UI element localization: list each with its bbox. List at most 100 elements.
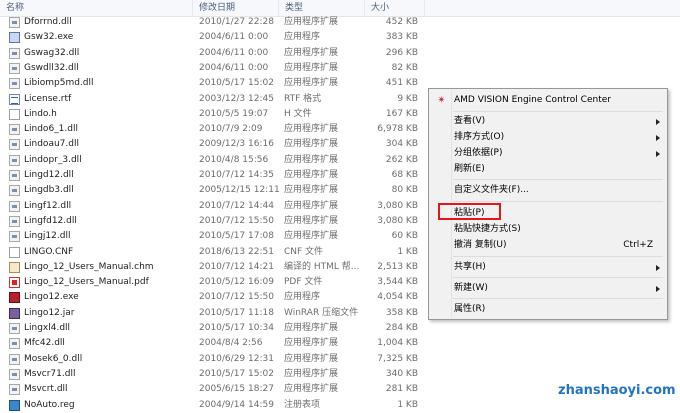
file-row[interactable]: Lingdb3.dll 2005/12/15 12:11 应用程序扩展 80 KB <box>0 183 430 198</box>
file-row[interactable]: Lingo_12_Users_Manual.pdf 2010/5/12 16:09… <box>0 275 430 290</box>
file-name: Gswdll32.dll <box>24 62 79 73</box>
file-date: 2010/5/17 10:34 <box>199 323 274 333</box>
dll-icon <box>9 154 20 166</box>
file-row[interactable]: Dforrnd.dll 2010/1/27 22:28 应用程序扩展 452 KB <box>0 15 430 30</box>
menu-item-view[interactable]: 查看(V) <box>431 113 665 130</box>
file-row[interactable]: Libiomp5md.dll 2010/5/17 15:02 应用程序扩展 451 K… <box>0 76 430 91</box>
file-name: Gswag32.dll <box>24 47 80 58</box>
menu-item-label: 撤消 复制(U) <box>454 240 507 250</box>
menu-item-customize-folder[interactable]: 自定义文件夹(F)... <box>431 182 665 199</box>
menu-separator <box>453 111 663 112</box>
submenu-arrow-icon <box>656 135 660 141</box>
file-date: 2010/5/17 15:02 <box>199 78 274 89</box>
file-type: 应用程序扩展 <box>284 323 339 333</box>
menu-item-amd-vision[interactable]: ✴ AMD VISION Engine Control Center <box>431 92 665 109</box>
menu-item-undo-copy[interactable]: 撤消 复制(U) Ctrl+Z <box>431 237 665 254</box>
file-date: 2005/6/15 18:27 <box>199 384 274 395</box>
dll-icon <box>9 231 20 243</box>
submenu-arrow-icon <box>656 265 660 271</box>
file-row[interactable]: Lingo12.jar 2010/5/17 11:18 WinRAR 压缩文件 358… <box>0 306 430 321</box>
file-row[interactable]: License.rtf 2003/12/3 12:45 RTF 格式 9 KB <box>0 92 430 107</box>
file-row[interactable]: Mfc42.dll 2004/8/4 2:56 应用程序扩展 1,004 KB <box>0 336 430 351</box>
file-date: 2004/9/14 14:59 <box>199 399 274 410</box>
file-date: 2010/5/5 19:07 <box>199 108 269 119</box>
amd-icon: ✴ <box>437 95 446 106</box>
menu-item-share[interactable]: 共享(H) <box>431 259 665 276</box>
file-type: 应用程序扩展 <box>284 215 339 226</box>
file-name: NoAuto.reg <box>24 399 75 410</box>
file-size: 1,004 KB <box>377 338 418 349</box>
file-row[interactable]: Lingfd12.dll 2010/7/12 15:50 应用程序扩展 3,080 K… <box>0 214 430 229</box>
file-size: 281 KB <box>385 384 418 395</box>
menu-item-sort-by[interactable]: 排序方式(O) <box>431 129 665 146</box>
dll-icon <box>9 78 20 90</box>
file-name: Dforrnd.dll <box>24 17 72 27</box>
file-name: Msvcr71.dll <box>24 368 76 379</box>
menu-item-label: AMD VISION Engine Control Center <box>454 95 611 105</box>
submenu-arrow-icon <box>656 119 660 125</box>
menu-item-group-by[interactable]: 分组依据(P) <box>431 145 665 162</box>
file-date: 2004/8/4 2:56 <box>199 338 263 349</box>
dll-icon <box>9 124 20 136</box>
file-row[interactable]: Gsw32.exe 2004/6/11 0:00 应用程序 383 KB <box>0 30 430 45</box>
file-date: 2010/7/12 14:35 <box>199 170 274 180</box>
dll-icon <box>9 338 20 350</box>
file-size: 451 KB <box>385 78 418 89</box>
file-date: 2010/7/12 15:50 <box>199 292 274 303</box>
file-row[interactable]: Lingo12.exe 2010/7/12 15:50 应用程序 4,054 KB <box>0 290 430 305</box>
file-row[interactable]: Lingxl4.dll 2010/5/17 10:34 应用程序扩展 284 KB <box>0 321 430 336</box>
submenu-arrow-icon <box>656 286 660 292</box>
file-row[interactable]: Lingo_12_Users_Manual.chm 2010/7/12 14:21… <box>0 260 430 275</box>
file-row[interactable]: Lindo6_1.dll 2010/7/9 2:09 应用程序扩展 6,978 KB <box>0 122 430 137</box>
file-row[interactable]: NoAuto.reg 2004/9/14 14:59 注册表项 1 KB <box>0 398 430 413</box>
file-row[interactable]: Lindoau7.dll 2009/12/3 16:16 应用程序扩展 304 KB <box>0 137 430 152</box>
file-size: 383 KB <box>385 32 418 43</box>
pdf-icon <box>9 277 20 289</box>
file-type: 应用程序扩展 <box>284 47 339 58</box>
file-name: Lingxl4.dll <box>24 323 71 333</box>
jar-icon <box>9 307 20 319</box>
file-date: 2010/7/9 2:09 <box>199 124 263 135</box>
file-name: Lingf12.dll <box>24 200 72 211</box>
file-row[interactable]: Mosek6_0.dll 2010/6/29 12:31 应用程序扩展 7,325 K… <box>0 352 430 367</box>
menu-separator <box>453 179 663 180</box>
dll-icon <box>9 353 20 365</box>
file-name: Gsw32.exe <box>24 32 74 43</box>
menu-item-new[interactable]: 新建(W) <box>431 280 665 297</box>
menu-item-label: 分组依据(P) <box>454 148 503 158</box>
menu-item-properties[interactable]: 属性(R) <box>431 301 665 318</box>
file-row[interactable]: Lindopr_3.dll 2010/4/8 15:56 应用程序扩展 262 KB <box>0 153 430 168</box>
file-row[interactable]: Lingf12.dll 2010/7/12 14:44 应用程序扩展 3,080 KB <box>0 199 430 214</box>
chm-icon <box>9 261 20 273</box>
menu-item-label: 属性(R) <box>454 304 486 314</box>
file-name: Mfc42.dll <box>24 338 65 349</box>
file-row[interactable]: Gswag32.dll 2004/6/11 0:00 应用程序扩展 296 KB <box>0 46 430 61</box>
column-name-header[interactable]: 名称 <box>0 0 193 16</box>
file-row[interactable]: Gswdll32.dll 2004/6/11 0:00 应用程序扩展 82 KB <box>0 61 430 76</box>
dll-icon <box>9 17 20 28</box>
file-row[interactable]: Msvcrt.dll 2005/6/15 18:27 应用程序扩展 281 KB <box>0 382 430 397</box>
file-row[interactable]: Lingd12.dll 2010/7/12 14:35 应用程序扩展 68 KB <box>0 168 430 183</box>
file-row[interactable]: Lingj12.dll 2010/5/17 17:08 应用程序扩展 60 KB <box>0 229 430 244</box>
file-row[interactable]: LINGO.CNF 2018/6/13 22:51 CNF 文件 1 KB <box>0 245 430 260</box>
menu-item-refresh[interactable]: 刷新(E) <box>431 161 665 178</box>
file-name: Lindopr_3.dll <box>24 154 82 165</box>
file-type: 应用程序扩展 <box>284 185 339 196</box>
menu-item-paste-shortcut[interactable]: 粘贴快捷方式(S) <box>431 221 665 238</box>
file-size: 7,325 KB <box>377 353 418 364</box>
column-date-header[interactable]: 修改日期 <box>193 0 279 16</box>
column-size-header[interactable]: 大小 <box>365 0 425 16</box>
file-type: 应用程序扩展 <box>284 368 339 379</box>
menu-item-label: 共享(H) <box>454 262 486 272</box>
file-name: Mosek6_0.dll <box>24 353 83 364</box>
column-type-header[interactable]: 类型 <box>279 0 365 16</box>
dll-icon <box>9 47 20 59</box>
file-row[interactable]: Msvcr71.dll 2010/5/17 15:02 应用程序扩展 340 KB <box>0 367 430 382</box>
file-size: 68 KB <box>391 170 418 180</box>
watermark-text: zhanshaoyi.com <box>558 383 676 398</box>
file-size: 262 KB <box>385 154 418 165</box>
file-type: 应用程序扩展 <box>284 124 339 135</box>
file-row[interactable]: Lindo.h 2010/5/5 19:07 H 文件 167 KB <box>0 107 430 122</box>
file-name: Msvcrt.dll <box>24 384 68 395</box>
file-date: 2010/7/12 14:44 <box>199 200 274 211</box>
